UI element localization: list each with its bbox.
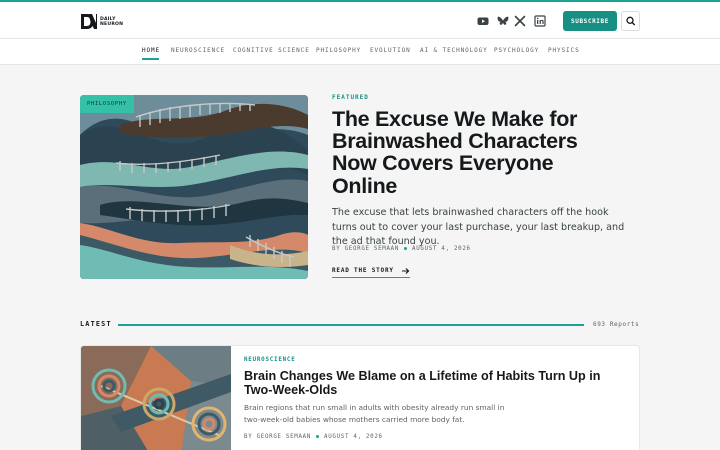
byline-separator <box>404 246 408 250</box>
youtube-icon[interactable] <box>476 14 490 28</box>
article-category[interactable]: NEUROSCIENCE <box>244 357 295 363</box>
article-title[interactable]: Brain Changes We Blame on a Lifetime of … <box>244 369 619 398</box>
article-author[interactable]: BY GEORGE SEMAAN <box>244 434 311 440</box>
latest-divider <box>118 324 584 326</box>
article-image[interactable] <box>81 346 231 450</box>
active-nav-indicator <box>142 58 159 60</box>
nav-item-physics[interactable]: PHYSICS <box>548 47 580 54</box>
nav-item-home[interactable]: HOME <box>142 47 160 54</box>
bluesky-icon[interactable] <box>496 14 510 28</box>
site-logo[interactable]: DAILY NEURON <box>80 13 123 30</box>
latest-section-label: LATEST <box>80 320 112 328</box>
article-byline: BY GEORGE SEMAAN AUGUST 4, 2026 <box>244 434 383 440</box>
byline-separator <box>316 434 320 438</box>
nav-item-ai-technology[interactable]: AI & TECHNOLOGY <box>420 47 488 54</box>
featured-date: AUGUST 4, 2026 <box>412 246 471 252</box>
nav-item-philosophy[interactable]: PHILOSOPHY <box>316 47 361 54</box>
logo-line-2: NEURON <box>100 21 124 27</box>
search-button[interactable] <box>621 11 640 31</box>
article-date: AUGUST 4, 2026 <box>324 434 383 440</box>
featured-category-tag[interactable]: PHILOSOPHY <box>80 95 134 113</box>
featured-dek: The excuse that lets brainwashed charact… <box>332 207 625 247</box>
read-the-story-link[interactable]: READ THE STORY <box>332 267 411 278</box>
featured-title[interactable]: The Excuse We Make for Brainwashed Chara… <box>332 108 612 197</box>
subscribe-button[interactable]: SUBSCRIBE <box>563 11 617 31</box>
logo-wordmark: DAILY NEURON <box>100 17 123 27</box>
linkedin-icon[interactable] <box>533 14 547 28</box>
featured-byline: BY GEORGE SEMAAN AUGUST 4, 2026 <box>332 246 471 252</box>
article-dek: Brain regions that run small in adults w… <box>244 403 505 424</box>
top-bar: DAILY NEURON SUBSCRIBE <box>0 0 720 39</box>
featured-author[interactable]: BY GEORGE SEMAAN <box>332 246 399 252</box>
x-icon[interactable] <box>513 14 527 28</box>
nav-item-evolution[interactable]: EVOLUTION <box>370 47 411 54</box>
nav-item-cognitive-science[interactable]: COGNITIVE SCIENCE <box>233 47 310 54</box>
arrow-right-icon <box>402 267 410 274</box>
featured-image[interactable] <box>80 95 308 279</box>
nav-item-psychology[interactable]: PSYCHOLOGY <box>494 47 539 54</box>
logo-mark-icon <box>81 14 97 29</box>
category-nav: HOME NEUROSCIENCE COGNITIVE SCIENCE PHIL… <box>0 39 720 65</box>
featured-label: FEATURED <box>332 94 369 101</box>
latest-report-count: 693 Reports <box>593 321 640 328</box>
nav-item-neuroscience[interactable]: NEUROSCIENCE <box>171 47 225 54</box>
read-the-story-label: READ THE STORY <box>332 267 394 274</box>
search-icon <box>626 16 635 26</box>
article-card[interactable]: NEUROSCIENCE Brain Changes We Blame on a… <box>80 345 640 450</box>
